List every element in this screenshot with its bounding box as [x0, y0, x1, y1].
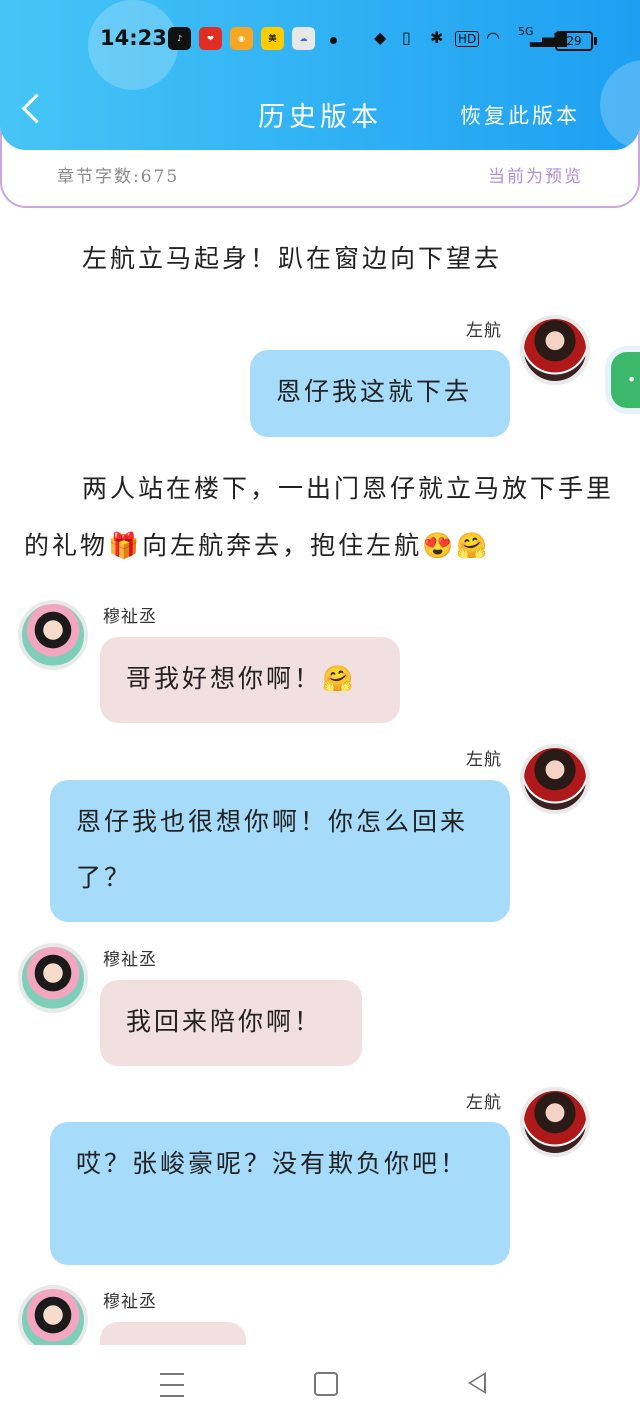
vibrate-icon: ▯ — [402, 28, 411, 47]
avatar[interactable] — [520, 744, 590, 814]
narration-paragraph: 两人站在楼下，一出门恩仔就立马放下手里的礼物🎁向左航奔去，抱住左航😍🤗 — [24, 474, 615, 560]
weibo-icon: ◉ — [230, 27, 253, 50]
chat-bubble: 恩仔我这就下去 — [250, 350, 510, 437]
status-bar: 14:23 ♪ ❤ ◉ 美 ☁ ◆ ▯ ✱ HD ◠ 5G ▂▄▆ 29 — [0, 22, 640, 58]
home-icon[interactable] — [314, 1372, 338, 1396]
chat-bubble: 恩仔我也很想你啊！你怎么回来了？ — [50, 780, 510, 922]
baidu-netdisk-icon: ☁ — [292, 27, 315, 50]
bluetooth-icon: ✱ — [430, 28, 444, 47]
hd-icon: HD — [455, 31, 480, 47]
pinduoduo-icon: ❤ — [199, 27, 222, 50]
restore-version-button[interactable]: 恢复此版本 — [460, 100, 580, 130]
meituan-icon: 美 — [261, 27, 284, 50]
notification-dot — [330, 37, 337, 44]
narration-paragraph: 左航立马起身！趴在窗边向下望去 — [82, 244, 503, 273]
tiktok-icon: ♪ — [168, 27, 191, 50]
wifi-icon: ◠ — [486, 28, 500, 47]
avatar[interactable] — [520, 1087, 590, 1157]
back-triangle-icon[interactable] — [468, 1372, 486, 1394]
preview-note: 当前为预览 — [488, 167, 583, 187]
floating-menu-button[interactable]: •• — [611, 352, 640, 408]
app-header: 14:23 ♪ ❤ ◉ 美 ☁ ◆ ▯ ✱ HD ◠ 5G ▂▄▆ 29 历史版… — [0, 0, 640, 150]
system-nav-bar — [0, 1345, 640, 1423]
sender-name: 左航 — [466, 321, 502, 341]
sender-name: 左航 — [466, 1093, 502, 1113]
chat-bubble: 哎？张峻豪呢？没有欺负你吧！ — [50, 1122, 510, 1265]
chat-bubble: 哥我好想你啊！🤗 — [100, 637, 400, 723]
more-dots-icon: •• — [627, 370, 640, 389]
battery-indicator: 29 — [555, 31, 597, 51]
status-time: 14:23 — [100, 26, 167, 50]
data-saver-icon: ◆ — [374, 28, 387, 47]
sender-name: 左航 — [466, 750, 502, 770]
chat-bubble: 我回来陪你啊！ — [100, 980, 362, 1066]
avatar[interactable] — [18, 943, 88, 1013]
avatar[interactable] — [520, 315, 590, 385]
word-count: 章节字数:675 — [57, 167, 180, 187]
sender-name: 穆祉丞 — [103, 607, 157, 627]
sender-name: 穆祉丞 — [103, 950, 157, 970]
sender-name: 穆祉丞 — [103, 1292, 157, 1312]
avatar[interactable] — [18, 600, 88, 670]
menu-icon[interactable] — [160, 1373, 184, 1397]
